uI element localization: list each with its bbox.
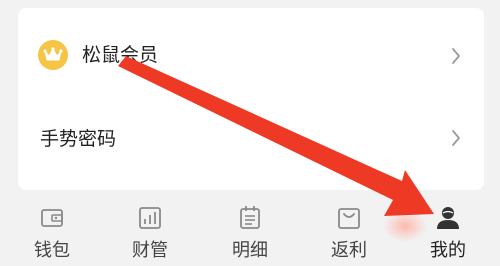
calendar-icon (240, 206, 260, 229)
chart-icon (139, 207, 161, 229)
tab-label-detail: 明细 (232, 240, 268, 261)
tab-finance[interactable]: 财管 (115, 196, 185, 266)
tab-label-wallet: 钱包 (34, 240, 70, 261)
bottom-tab-bar: 钱包 财管 明细 返利 我的 (0, 196, 500, 266)
menu-label-vip: 松鼠会员 (82, 44, 159, 66)
chevron-right-icon (452, 130, 460, 146)
menu-label-gesture: 手势密码 (40, 128, 117, 150)
tab-mine[interactable]: 我的 (413, 196, 483, 266)
tab-label-mine: 我的 (430, 240, 466, 261)
menu-row-squirrel-vip[interactable]: 松鼠会员 (18, 12, 484, 90)
menu-row-gesture-password[interactable]: 手势密码 (18, 90, 484, 168)
bag-icon (338, 208, 360, 229)
tab-rebate[interactable]: 返利 (314, 196, 384, 266)
chevron-right-icon (452, 48, 460, 64)
tab-wallet[interactable]: 钱包 (17, 196, 87, 266)
wallet-icon (41, 209, 63, 227)
tab-label-finance: 财管 (132, 240, 168, 261)
user-icon (437, 207, 459, 229)
settings-card: 松鼠会员 手势密码 (18, 8, 484, 190)
tab-detail[interactable]: 明细 (215, 196, 285, 266)
crown-icon (38, 40, 68, 70)
tab-label-rebate: 返利 (331, 240, 367, 261)
